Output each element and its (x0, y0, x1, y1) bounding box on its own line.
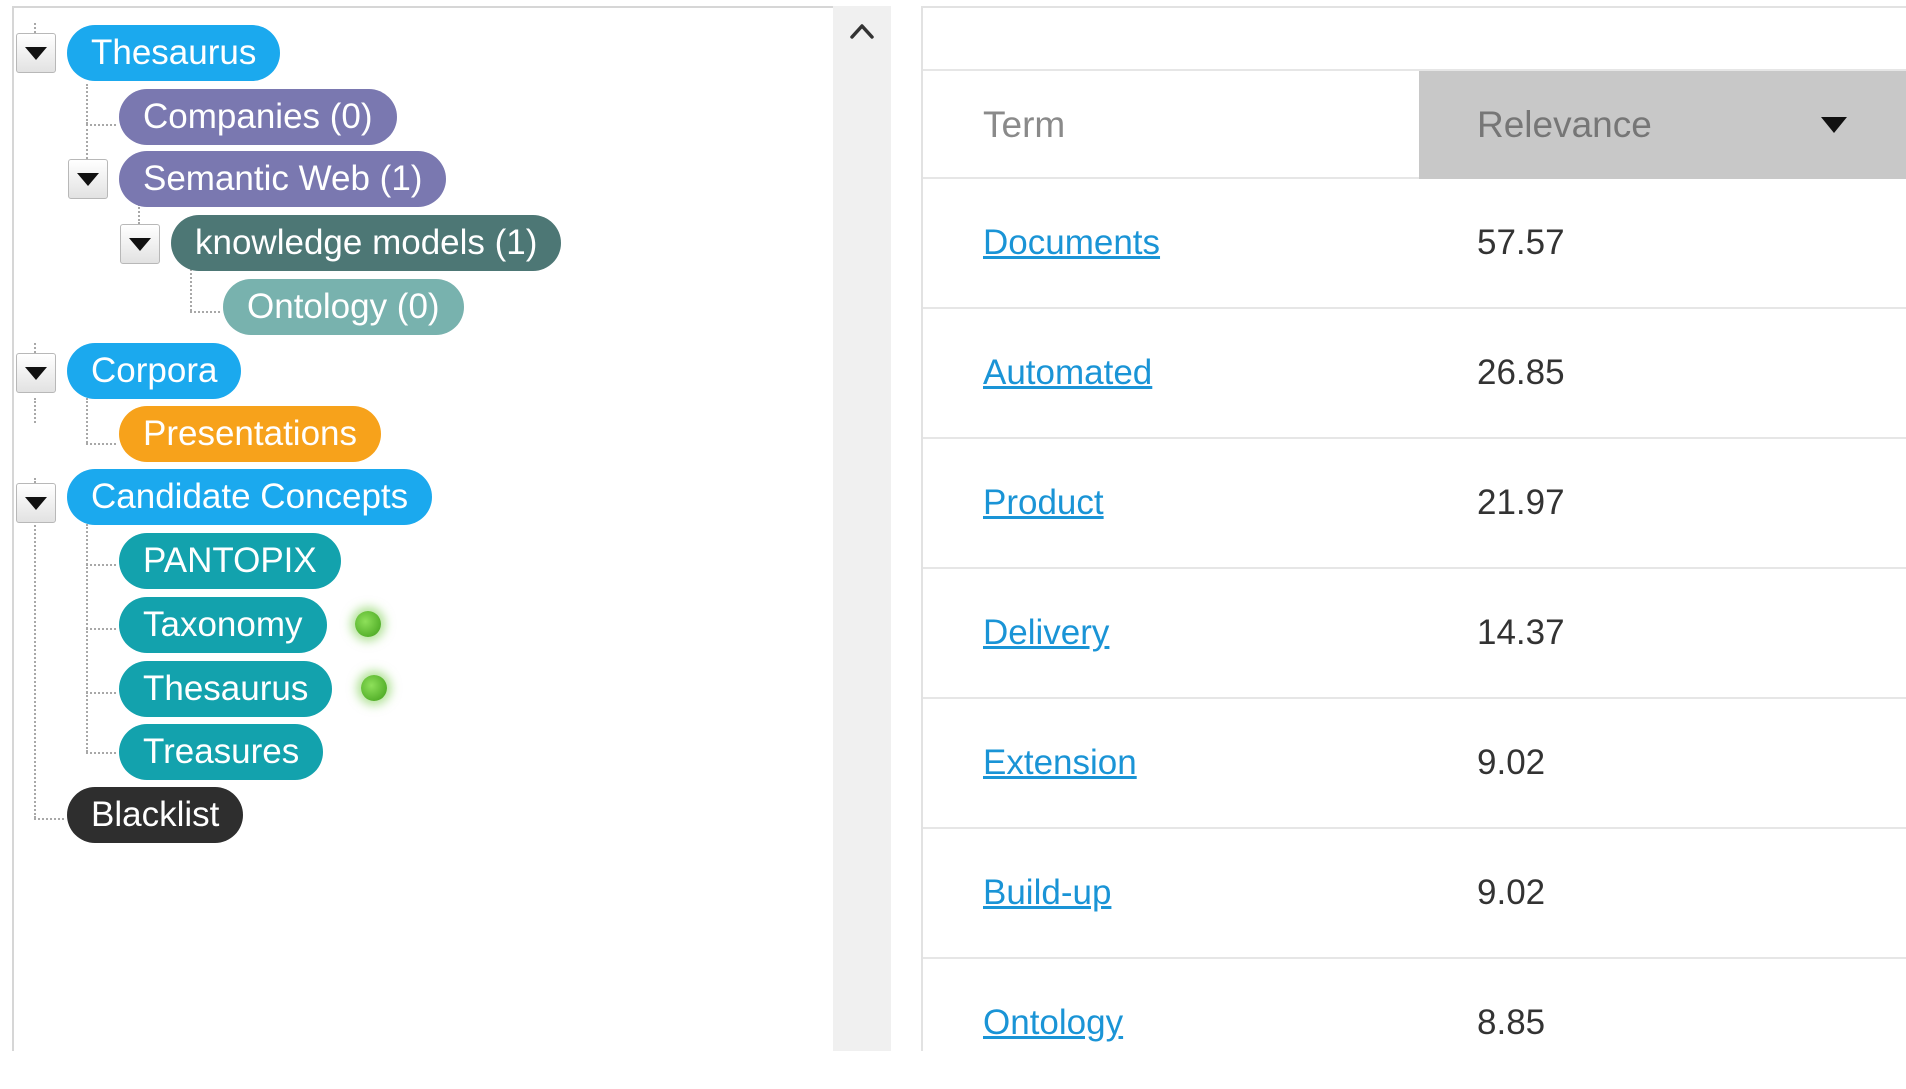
tree-connector (86, 752, 116, 754)
relevance-value: 57.57 (1477, 223, 1565, 262)
caret-down-icon (25, 366, 47, 380)
tree-node-semantic-web[interactable]: Semantic Web (1) (119, 151, 447, 207)
table-row: Delivery 14.37 (923, 569, 1906, 699)
tree-node-blacklist[interactable]: Blacklist (67, 787, 244, 843)
tree-connector (86, 564, 116, 566)
table-row: Build-up 9.02 (923, 829, 1906, 959)
tree-node-corpora[interactable]: Corpora (67, 343, 242, 399)
concept-tree-panel: Thesaurus Companies (0) Semantic Web (1)… (12, 6, 833, 1051)
tree-connector (86, 398, 88, 443)
caret-down-icon (1821, 117, 1847, 133)
caret-down-icon (25, 496, 47, 510)
tree-connector (138, 204, 140, 224)
tree-toggle-thesaurus[interactable] (16, 33, 56, 73)
relevance-value: 21.97 (1477, 483, 1565, 522)
term-link[interactable]: Extension (983, 699, 1137, 827)
tree-connector (86, 443, 116, 445)
scroll-up-button[interactable] (833, 6, 891, 56)
relevance-value: 9.02 (1477, 873, 1546, 912)
term-link[interactable]: Automated (983, 309, 1152, 437)
tree-connector (34, 23, 36, 33)
tree-connector (86, 124, 116, 126)
tree-node-thesaurus[interactable]: Thesaurus (67, 25, 281, 81)
table-header: Term Relevance (923, 69, 1906, 179)
tree-node-pantopix[interactable]: PANTOPIX (119, 533, 341, 589)
tree-node-companies[interactable]: Companies (0) (119, 89, 397, 145)
column-header-relevance[interactable]: Relevance (1419, 71, 1906, 179)
tree-toggle-corpora[interactable] (16, 353, 56, 393)
terms-table-panel: Term Relevance Documents 57.57 Automated… (921, 6, 1906, 1051)
tree-node-taxonomy[interactable]: Taxonomy (119, 597, 327, 653)
term-link[interactable]: Ontology (983, 959, 1123, 1087)
term-link[interactable]: Product (983, 439, 1104, 567)
tree-node-candidate-concepts[interactable]: Candidate Concepts (67, 469, 433, 525)
caret-down-icon (77, 172, 99, 186)
tree-node-presentations[interactable]: Presentations (119, 406, 382, 462)
chevron-up-icon (850, 24, 874, 39)
panel-gutter (891, 6, 921, 1051)
tree-connector (86, 84, 88, 124)
caret-down-icon (25, 46, 47, 60)
term-link[interactable]: Build-up (983, 829, 1111, 957)
table-row: Automated 26.85 (923, 309, 1906, 439)
tree-connector (190, 269, 192, 311)
tree-toggle-semantic-web[interactable] (68, 159, 108, 199)
table-row: Product 21.97 (923, 439, 1906, 569)
tree-connector (34, 818, 64, 820)
term-link[interactable]: Documents (983, 179, 1160, 307)
tree-node-treasures[interactable]: Treasures (119, 724, 324, 780)
relevance-value: 8.85 (1477, 1003, 1546, 1042)
table-row: Extension 9.02 (923, 699, 1906, 829)
tree-connector (86, 524, 88, 752)
tree-node-ontology[interactable]: Ontology (0) (223, 279, 464, 335)
tree-toggle-knowledge-models[interactable] (120, 224, 160, 264)
tree-node-thesaurus-candidate[interactable]: Thesaurus (119, 661, 333, 717)
tree-connector (34, 478, 36, 818)
tree-connector (34, 398, 36, 423)
relevance-value: 26.85 (1477, 353, 1565, 392)
table-row: Ontology 8.85 (923, 959, 1906, 1089)
column-header-term[interactable]: Term (983, 71, 1065, 179)
caret-down-icon (129, 237, 151, 251)
tree-node-knowledge-models[interactable]: knowledge models (1) (171, 215, 562, 271)
relevance-value: 14.37 (1477, 613, 1565, 652)
tree-connector (86, 124, 88, 159)
term-link[interactable]: Delivery (983, 569, 1109, 697)
tree-scrollbar[interactable] (833, 6, 891, 1051)
tree-toggle-candidate-concepts[interactable] (16, 483, 56, 523)
table-row: Documents 57.57 (923, 179, 1906, 309)
tree-connector (190, 311, 220, 313)
status-indicator-taxonomy-green (355, 611, 381, 637)
tree-connector (86, 692, 116, 694)
relevance-value: 9.02 (1477, 743, 1546, 782)
tree-connector (34, 343, 36, 353)
column-header-relevance-label: Relevance (1477, 104, 1652, 145)
tree-connector (86, 628, 116, 630)
status-indicator-thesaurus-green (361, 675, 387, 701)
